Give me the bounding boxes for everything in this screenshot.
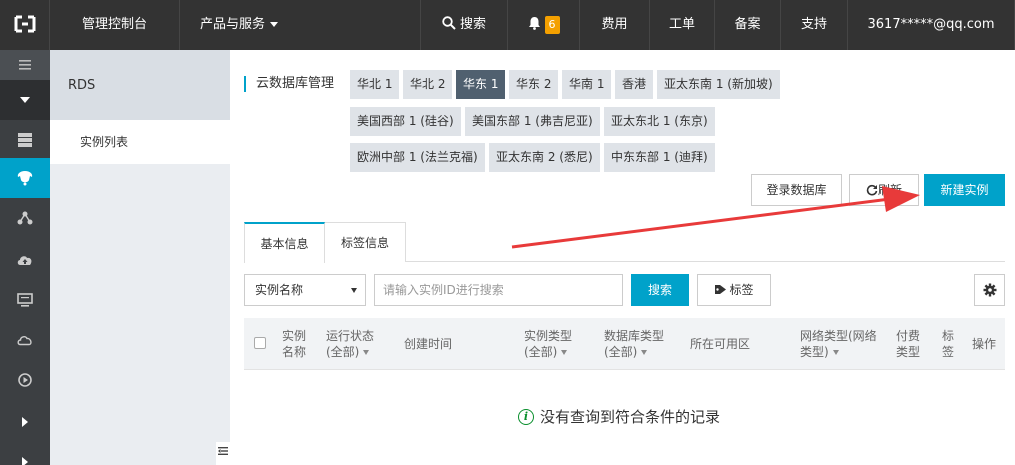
sort-down-icon — [363, 350, 370, 355]
info-tabs: 基本信息 标签信息 — [244, 222, 1005, 263]
column-create-time: 创建时间 — [404, 337, 453, 351]
fee-link[interactable]: 费用 — [580, 0, 650, 50]
tab-tag-info[interactable]: 标签信息 — [325, 222, 406, 262]
cloud-icon[interactable] — [0, 320, 50, 360]
network-nodes-icon[interactable] — [0, 198, 50, 238]
column-db-type[interactable]: 数据库类型 (全部) — [604, 318, 679, 370]
region-option[interactable]: 亚太东南 2 (悉尼) — [489, 143, 600, 172]
region-option[interactable]: 华南 1 — [562, 70, 612, 99]
gear-icon — [983, 283, 996, 297]
sort-down-icon — [832, 350, 839, 355]
server-icon[interactable] — [0, 120, 50, 160]
tag-icon — [715, 285, 727, 294]
region-option[interactable]: 中东东部 1 (迪拜) — [604, 143, 715, 172]
region-option[interactable]: 美国东部 1 (弗吉尼亚) — [465, 107, 600, 136]
region-option[interactable]: 华北 1 — [350, 70, 400, 99]
console-link[interactable]: 管理控制台 — [50, 0, 180, 50]
refresh-play-icon[interactable] — [0, 360, 50, 400]
sidebar-title: RDS — [50, 50, 230, 120]
sidebar-item-instance-list[interactable]: 实例列表 — [50, 120, 230, 164]
column-billing-type: 付费 类型 — [896, 329, 921, 359]
monitor-icon[interactable] — [0, 280, 50, 320]
tag-filter-button[interactable]: 标签 — [697, 274, 771, 306]
user-account-menu[interactable]: 3617*****@qq.com — [848, 0, 1015, 50]
instance-table-header: 实例 名称 运行状态 (全部) 创建时间 实例类型 (全部) 数据库类型 (全部) 所在… — [244, 318, 1005, 370]
sort-down-icon — [561, 350, 568, 355]
region-option[interactable]: 欧洲中部 1 (法兰克福) — [350, 143, 485, 172]
column-zone: 所在可用区 — [690, 337, 751, 351]
collapse-sidebar-icon[interactable] — [216, 442, 230, 465]
products-menu-label: 产品与服务 — [200, 17, 266, 32]
expand-right-icon[interactable] — [0, 402, 50, 442]
tab-basic-info[interactable]: 基本信息 — [244, 222, 325, 263]
region-option[interactable]: 美国西部 1 (硅谷) — [350, 107, 461, 136]
region-option[interactable]: 华东 2 — [509, 70, 559, 99]
caret-down-icon — [351, 288, 357, 293]
bell-icon — [528, 17, 540, 30]
region-option[interactable]: 华北 2 — [403, 70, 453, 99]
menu-toggle-icon[interactable] — [0, 50, 50, 80]
refresh-icon — [866, 184, 878, 196]
login-database-button[interactable]: 登录数据库 — [751, 174, 842, 206]
search-icon — [442, 16, 456, 30]
top-search-label: 搜索 — [459, 17, 486, 32]
empty-state: i 没有查询到符合条件的记录 — [518, 406, 720, 427]
column-instance-type[interactable]: 实例类型 (全部) — [524, 318, 594, 370]
info-icon: i — [518, 408, 534, 425]
sort-down-icon — [641, 350, 648, 355]
region-section-label: 云数据库管理 — [244, 76, 334, 92]
record-link[interactable]: 备案 — [715, 0, 781, 50]
aliyun-logo-icon[interactable] — [0, 0, 50, 50]
region-option-selected[interactable]: 华东 1 — [456, 70, 506, 99]
search-field-select[interactable]: 实例名称 — [244, 274, 366, 306]
rds-sidebar: RDS 实例列表 — [50, 50, 230, 465]
products-menu[interactable]: 产品与服务 — [180, 0, 300, 50]
region-option[interactable]: 亚太东北 1 (东京) — [604, 107, 715, 136]
top-bar: 管理控制台 产品与服务 搜索 6 费用 工单 备案 支持 3617*****@q… — [0, 0, 1015, 50]
search-field-select-value: 实例名称 — [255, 283, 304, 297]
support-link[interactable]: 支持 — [781, 0, 848, 50]
search-button[interactable]: 搜索 — [631, 274, 689, 306]
refresh-button[interactable]: 刷新 — [849, 174, 919, 206]
region-option[interactable]: 香港 — [615, 70, 654, 99]
instance-search-input[interactable] — [374, 274, 623, 306]
create-instance-button[interactable]: 新建实例 — [924, 174, 1005, 206]
region-option[interactable]: 亚太东南 1 (新加坡) — [657, 70, 780, 99]
column-actions: 操作 — [972, 337, 997, 351]
cloud-upload-icon[interactable] — [0, 240, 50, 280]
notification-button[interactable]: 6 — [508, 0, 580, 50]
product-icon-bar — [0, 50, 50, 465]
ticket-link[interactable]: 工单 — [650, 0, 715, 50]
expand-right-icon-2[interactable] — [0, 442, 50, 465]
column-tags: 标签 — [942, 329, 955, 359]
column-network-type[interactable]: 网络类型(网络 类型) — [800, 318, 886, 370]
main-content: 云数据库管理 华北 1 华北 2 华东 1 华东 2 华南 1 香港 亚太东南 … — [230, 50, 1015, 465]
rds-database-icon[interactable] — [0, 158, 50, 198]
table-settings-button[interactable] — [974, 274, 1005, 306]
column-instance-name: 实例 名称 — [282, 329, 307, 359]
empty-state-message: 没有查询到符合条件的记录 — [540, 408, 721, 426]
expand-down-icon[interactable] — [0, 80, 50, 120]
tag-filter-label: 标签 — [729, 283, 754, 297]
top-search-button[interactable]: 搜索 — [420, 0, 508, 50]
select-all-checkbox[interactable] — [254, 337, 266, 349]
column-run-status[interactable]: 运行状态 (全部) — [326, 318, 396, 370]
caret-down-icon — [270, 22, 279, 27]
notification-badge: 6 — [544, 15, 560, 34]
refresh-label: 刷新 — [877, 183, 902, 197]
